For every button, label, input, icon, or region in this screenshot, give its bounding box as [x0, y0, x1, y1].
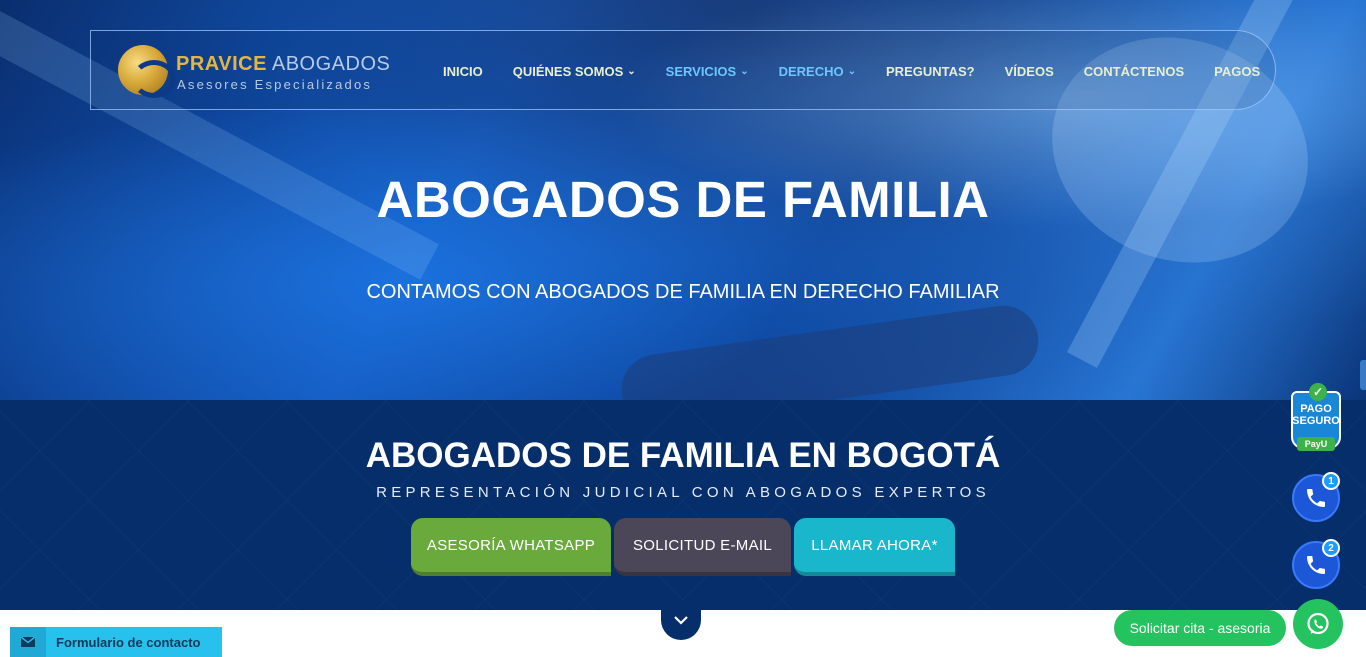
cta-section: ABOGADOS DE FAMILIA EN BOGOTÁ REPRESENTA… — [0, 400, 1366, 610]
nav-item-label: SERVICIOS — [665, 63, 737, 79]
whatsapp-consult-button[interactable]: ASESORÍA WHATSAPP — [411, 518, 611, 576]
site-logo[interactable]: PRAVICE ABOGADOS Asesores Especializados — [118, 43, 398, 99]
section-subtitle: REPRESENTACIÓN JUDICIAL CON ABOGADOS EXP… — [376, 484, 990, 501]
nav-item-label: PAGOS — [1214, 63, 1261, 79]
logo-tagline: Asesores Especializados — [177, 77, 373, 92]
side-edge-tab[interactable] — [1360, 360, 1366, 390]
nav-item-videos[interactable]: VÍDEOS — [1005, 64, 1054, 79]
phone-icon — [1307, 556, 1325, 574]
nav-item-pagos[interactable]: PAGOS — [1214, 64, 1260, 79]
secure-payment-label: PAGO SEGURO — [1291, 403, 1341, 427]
chevron-down-icon — [674, 616, 688, 625]
check-icon: ✓ — [1309, 383, 1327, 401]
contact-form-tab[interactable]: Formulario de contacto — [10, 627, 222, 657]
nav-item-preguntas[interactable]: PREGUNTAS? — [886, 64, 975, 79]
logo-name: PRAVICE ABOGADOS — [176, 53, 390, 75]
secure-payment-line2: SEGURO — [1292, 415, 1340, 427]
logo-mark-icon — [118, 45, 176, 98]
call-now-button[interactable]: LLAMAR AHORA* — [794, 518, 955, 576]
nav-item-inicio[interactable]: INICIO — [443, 64, 483, 79]
secure-payment-badge[interactable]: ✓ PAGO SEGURO PayU — [1291, 383, 1341, 455]
scroll-down-button[interactable] — [661, 600, 701, 640]
whatsapp-icon — [1307, 612, 1329, 635]
hero-subtitle: CONTAMOS CON ABOGADOS DE FAMILIA EN DERE… — [366, 281, 1000, 303]
chevron-down-icon: ⌄ — [740, 65, 749, 77]
chevron-down-icon: ⌄ — [847, 65, 857, 77]
nav-item-servicios[interactable]: SERVICIOS ⌄ — [666, 64, 749, 79]
nav-item-label: DERECHO — [778, 63, 844, 79]
hero-title: ABOGADOS DE FAMILIA — [376, 171, 990, 228]
nav-menu: INICIO QUIÉNES SOMOS ⌄ SERVICIOS ⌄ DEREC… — [443, 31, 1290, 111]
nav-item-quienes-somos[interactable]: QUIÉNES SOMOS ⌄ — [513, 64, 636, 79]
call-line-1-button[interactable]: 1 — [1292, 472, 1340, 522]
payu-logo: PayU — [1297, 437, 1335, 451]
contact-form-label: Formulario de contacto — [56, 634, 201, 650]
phone-icon — [1307, 489, 1325, 507]
nav-item-contactenos[interactable]: CONTÁCTENOS — [1084, 64, 1184, 79]
logo-name-primary: PRAVICE — [176, 53, 267, 75]
main-navbar: PRAVICE ABOGADOS Asesores Especializados… — [90, 30, 1276, 110]
request-appointment-button[interactable]: Solicitar cita - asesoria — [1114, 610, 1286, 646]
logo-name-secondary: ABOGADOS — [271, 53, 391, 75]
nav-item-derecho[interactable]: DERECHO ⌄ — [779, 64, 856, 79]
secure-payment-line1: PAGO — [1300, 403, 1332, 415]
call-line-badge: 1 — [1322, 472, 1340, 490]
nav-item-label: PREGUNTAS? — [886, 63, 975, 79]
envelope-icon — [10, 627, 46, 657]
nav-item-label: VÍDEOS — [1004, 63, 1054, 79]
hero-background-decoration — [617, 301, 1043, 400]
email-request-button[interactable]: SOLICITUD E-MAIL — [614, 518, 791, 576]
whatsapp-chat-button[interactable] — [1293, 599, 1343, 649]
nav-item-label: INICIO — [443, 63, 483, 79]
call-line-2-button[interactable]: 2 — [1292, 539, 1340, 589]
hero-banner: PRAVICE ABOGADOS Asesores Especializados… — [0, 0, 1366, 400]
call-line-badge: 2 — [1322, 539, 1340, 557]
section-title: ABOGADOS DE FAMILIA EN BOGOTÁ — [365, 436, 1001, 475]
nav-item-label: QUIÉNES SOMOS — [512, 63, 624, 79]
nav-item-label: CONTÁCTENOS — [1083, 63, 1185, 79]
chevron-down-icon: ⌄ — [627, 65, 636, 77]
